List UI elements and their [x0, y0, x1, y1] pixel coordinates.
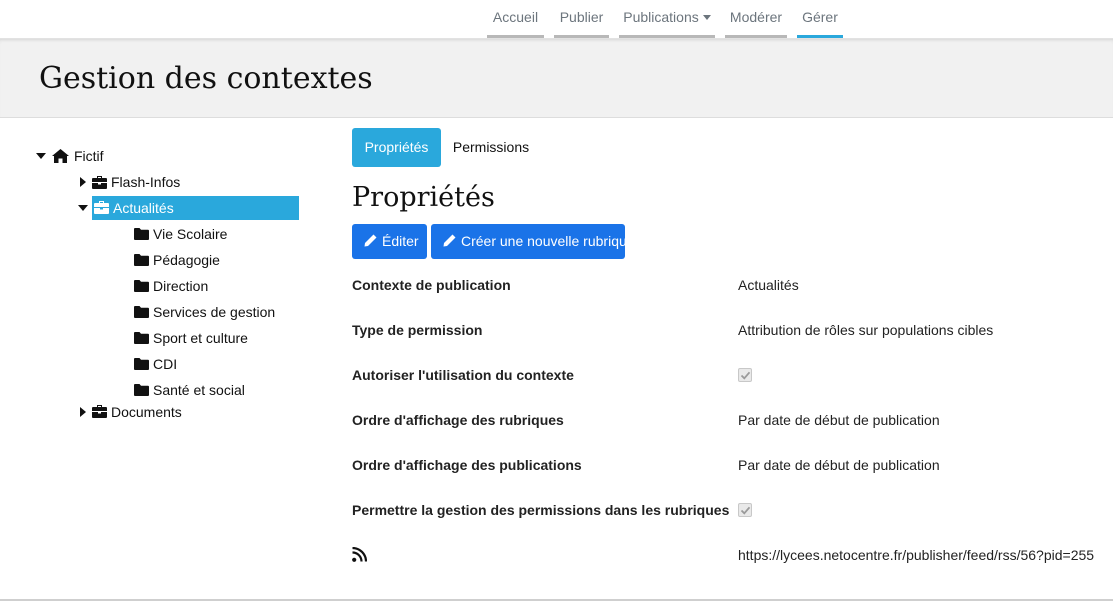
folder-icon — [134, 384, 149, 396]
page-title: Gestion des contextes — [39, 61, 373, 96]
nav-publications-label: Publications — [623, 9, 699, 25]
tree-item-flash-infos[interactable]: Flash-Infos — [78, 170, 278, 194]
rss-feed-url[interactable]: https://lycees.netocentre.fr/publisher/f… — [738, 547, 1094, 563]
home-icon — [52, 149, 69, 163]
folder-icon — [134, 332, 149, 344]
nav-gerer[interactable]: Gérer — [797, 0, 843, 38]
check-icon — [740, 371, 751, 380]
tree-item-label: Pédagogie — [153, 252, 220, 268]
property-label: Ordre d'affichage des publications — [352, 457, 582, 473]
property-value: Par date de début de publication — [738, 457, 940, 473]
folder-icon — [134, 228, 149, 240]
nav-publications[interactable]: Publications — [619, 0, 715, 38]
tree-item-sante-et-social[interactable]: Santé et social — [134, 378, 314, 402]
folder-icon — [134, 306, 149, 318]
folder-icon — [134, 280, 149, 292]
caret-down-icon[interactable] — [78, 205, 88, 211]
tree-item-label: Actualités — [113, 200, 174, 216]
caret-down-icon[interactable] — [36, 153, 46, 159]
tree-item-cdi[interactable]: CDI — [134, 352, 314, 376]
property-value: Actualités — [738, 277, 799, 293]
nav-moderer[interactable]: Modérer — [725, 0, 787, 38]
property-label: Autoriser l'utilisation du contexte — [352, 367, 574, 383]
footer-divider — [0, 599, 1113, 601]
tab-proprietes[interactable]: Propriétés — [352, 128, 441, 167]
new-rubric-button[interactable]: Créer une nouvelle rubrique — [431, 224, 635, 259]
tree-item-label: Fictif — [74, 148, 104, 164]
nav-accueil[interactable]: Accueil — [487, 0, 544, 38]
nav-publier[interactable]: Publier — [554, 0, 609, 38]
edit-button[interactable]: Éditer — [352, 224, 427, 259]
caret-right-icon[interactable] — [80, 177, 86, 187]
property-value: Attribution de rôles sur populations cib… — [738, 322, 994, 338]
briefcase-icon — [92, 176, 107, 189]
rubric-permissions-checkbox — [738, 503, 752, 517]
section-title: Propriétés — [352, 182, 495, 213]
caret-right-icon[interactable] — [80, 407, 86, 417]
tab-permissions[interactable]: Permissions — [447, 128, 535, 167]
pencil-icon — [443, 234, 456, 247]
tree-item-label: Sport et culture — [153, 330, 248, 346]
page-header: Gestion des contextes — [0, 38, 1113, 118]
rss-icon[interactable] — [352, 547, 367, 562]
tree-item-label: Direction — [153, 278, 209, 294]
tree-item-label: CDI — [153, 356, 178, 372]
briefcase-icon — [94, 201, 109, 214]
property-label: Contexte de publication — [352, 277, 511, 293]
allow-context-checkbox — [738, 368, 752, 382]
tree-item-vie-scolaire[interactable]: Vie Scolaire — [134, 222, 314, 246]
edit-button-label: Éditer — [382, 233, 419, 249]
property-label: Permettre la gestion des permissions dan… — [352, 502, 730, 518]
tree-item-label: Santé et social — [153, 382, 245, 398]
tree-item-documents[interactable]: Documents — [78, 400, 278, 424]
tree-item-label: Documents — [111, 404, 182, 420]
chevron-down-icon — [702, 14, 711, 20]
tree-item-selected-highlight: Actualités — [92, 196, 299, 220]
tree-item-services-de-gestion[interactable]: Services de gestion — [134, 300, 314, 324]
tree-item-sport-et-culture[interactable]: Sport et culture — [134, 326, 314, 350]
property-label: Type de permission — [352, 322, 483, 338]
pencil-icon — [364, 234, 377, 247]
tree-item-direction[interactable]: Direction — [134, 274, 314, 298]
new-rubric-button-label: Créer une nouvelle rubrique — [461, 233, 635, 249]
tree-item-label: Flash-Infos — [111, 174, 181, 190]
tree-item-label: Vie Scolaire — [153, 226, 228, 242]
folder-icon — [134, 254, 149, 266]
folder-icon — [134, 358, 149, 370]
top-navigation: Accueil Publier Publications Modérer Gér… — [0, 0, 1113, 38]
tree-item-label: Services de gestion — [153, 304, 276, 320]
check-icon — [740, 506, 751, 515]
tree-item-fictif[interactable]: Fictif — [34, 144, 234, 168]
property-value: Par date de début de publication — [738, 412, 940, 428]
briefcase-icon — [92, 405, 107, 418]
tree-item-actualites[interactable]: Actualités — [78, 196, 299, 220]
property-label: Ordre d'affichage des rubriques — [352, 412, 564, 428]
tree-item-pedagogie[interactable]: Pédagogie — [134, 248, 314, 272]
